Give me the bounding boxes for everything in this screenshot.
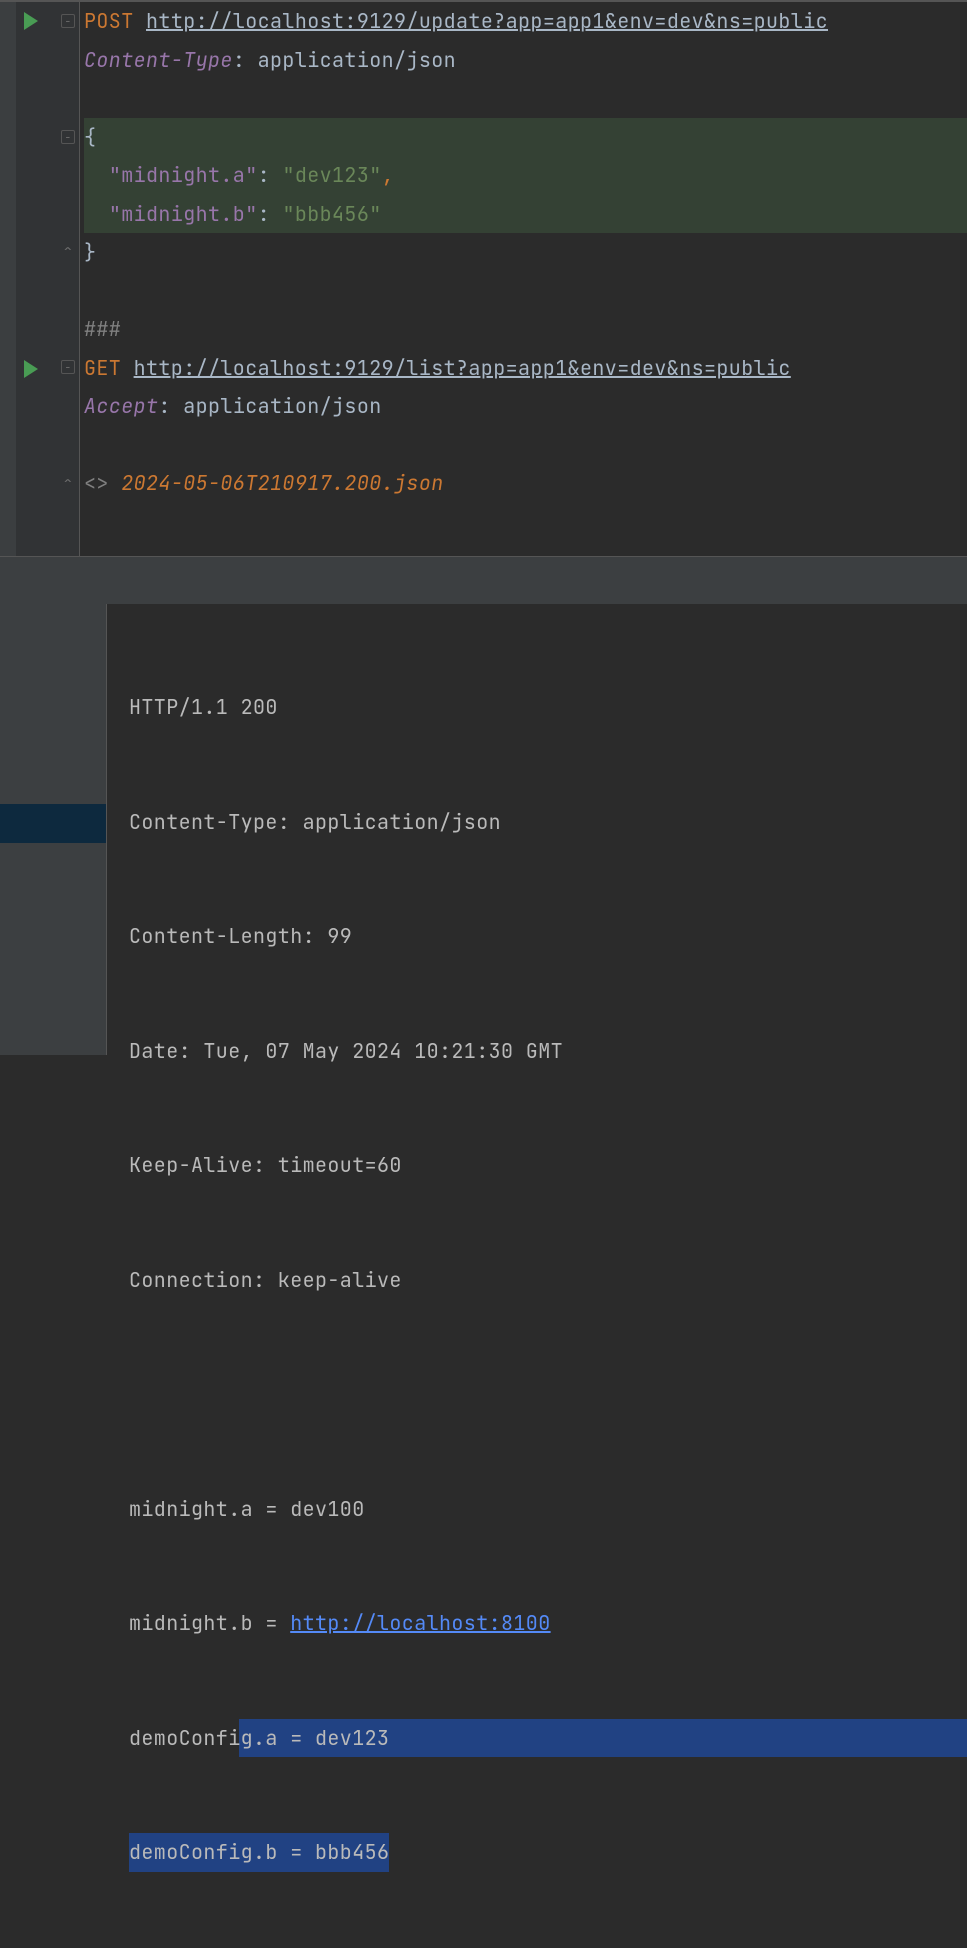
code-line — [84, 426, 967, 465]
code-line — [84, 503, 967, 542]
request-url[interactable]: http://localhost:9129/update?app=app1&en… — [146, 8, 828, 34]
response-body-line: midnight.b = http://localhost:8100 — [129, 1604, 967, 1643]
response-link[interactable]: http://localhost:8100 — [290, 1610, 550, 1636]
editor-gutter: − − ⌃ − ⌃ — [0, 2, 80, 556]
code-line — [84, 79, 967, 118]
response-content[interactable]: HTTP/1.1 200 Content-Type: application/j… — [106, 604, 967, 1055]
json-brace: } — [84, 239, 96, 265]
code-content[interactable]: POST http://localhost:9129/update?app=ap… — [80, 2, 967, 556]
response-header: Content-Type: application/json — [129, 803, 967, 842]
response-header: Keep-Alive: timeout=60 — [129, 1146, 967, 1185]
json-brace: { — [84, 124, 96, 150]
response-header: Date: Tue, 07 May 2024 10:21:30 GMT — [129, 1032, 967, 1071]
response-status: HTTP/1.1 200 — [129, 688, 967, 727]
code-editor[interactable]: − − ⌃ − ⌃ POST http://localhost:9129/upd… — [0, 2, 967, 556]
response-header: Connection: keep-alive — [129, 1261, 967, 1300]
code-line: GET http://localhost:9129/list?app=app1&… — [84, 349, 967, 388]
run-request-icon[interactable] — [24, 360, 38, 378]
code-line: <> 2024-05-06T210917.200.json — [84, 464, 967, 503]
run-request-icon[interactable] — [24, 12, 38, 30]
code-line: Accept: application/json — [84, 387, 967, 426]
response-gutter — [0, 604, 106, 1055]
response-body-line: midnight.a = dev100 — [129, 1490, 967, 1529]
header-name: Content-Type — [84, 47, 233, 73]
response-body-line: demoConfig.a = dev123 — [129, 1719, 967, 1758]
response-header: Content-Length: 99 — [129, 917, 967, 956]
code-line: } — [84, 233, 967, 272]
code-line: POST http://localhost:9129/update?app=ap… — [84, 2, 967, 41]
panel-divider — [0, 556, 967, 604]
fold-end-icon[interactable]: ⌃ — [61, 244, 75, 258]
fold-start-icon[interactable]: − — [61, 360, 75, 374]
response-marker: <> — [84, 470, 109, 496]
json-value: "dev123" — [282, 162, 381, 188]
header-value: application/json — [258, 47, 456, 73]
response-file-link[interactable]: 2024-05-06T210917.200.json — [121, 470, 443, 496]
header-name: Accept — [84, 393, 158, 419]
json-key: "midnight.a" — [109, 162, 258, 188]
code-line: { — [84, 118, 967, 157]
response-body-line: demoConfig.b = bbb456 — [129, 1833, 967, 1872]
http-method: GET — [84, 355, 121, 381]
code-line: "midnight.a": "dev123", — [84, 156, 967, 195]
request-separator: ### — [84, 316, 121, 342]
fold-start-icon[interactable]: − — [61, 14, 75, 28]
code-line: Content-Type: application/json — [84, 41, 967, 80]
code-line: "midnight.b": "bbb456" — [84, 195, 967, 234]
request-url[interactable]: http://localhost:9129/list?app=app1&env=… — [134, 355, 791, 381]
code-line — [84, 272, 967, 311]
fold-end-icon[interactable]: ⌃ — [61, 476, 75, 490]
http-method: POST — [84, 8, 134, 34]
json-value: "bbb456" — [282, 201, 381, 227]
json-key: "midnight.b" — [109, 201, 258, 227]
header-value: application/json — [183, 393, 381, 419]
response-panel: HTTP/1.1 200 Content-Type: application/j… — [0, 604, 967, 1055]
blank-line — [129, 1375, 967, 1414]
code-line: ### — [84, 310, 967, 349]
fold-start-icon[interactable]: − — [61, 130, 75, 144]
